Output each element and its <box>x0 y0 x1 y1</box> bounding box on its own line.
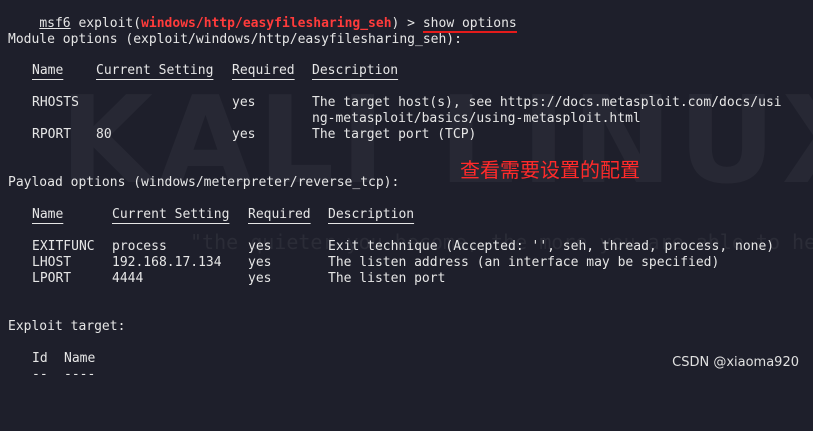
option-description: The listen port <box>328 271 446 286</box>
option-required: yes <box>232 127 256 142</box>
option-required: yes <box>248 271 272 286</box>
prompt-command[interactable]: show options <box>422 16 517 33</box>
col-header-target-name: Name <box>64 351 96 366</box>
module-options-header: Name Current Setting Required Descriptio… <box>8 63 808 79</box>
prompt-exploit-prefix: exploit( <box>70 16 142 31</box>
prompt-line: msf6 exploit(windows/http/easyfilesharin… <box>8 0 517 33</box>
payload-options-header: Name Current Setting Required Descriptio… <box>8 207 808 223</box>
col-header-name: Name <box>32 63 64 78</box>
option-description: The listen address (an interface may be … <box>328 255 720 270</box>
table-row-continuation: ng-metasploit/basics/using-metasploit.ht… <box>8 111 808 127</box>
option-required: yes <box>248 255 272 270</box>
col-header-id: Id <box>32 351 48 366</box>
csdn-credit: CSDN @xiaoma920 <box>672 355 799 370</box>
option-setting: 4444 <box>112 271 144 286</box>
exploit-target-title: Exploit target: <box>8 319 126 334</box>
col-header-description: Description <box>328 207 415 222</box>
option-name: EXITFUNC <box>32 239 95 254</box>
option-name: LPORT <box>32 271 72 286</box>
col-header-setting: Current Setting <box>112 207 230 222</box>
name-dashes: ---- <box>64 367 96 382</box>
table-row: RPORT 80 yes The target port (TCP) <box>8 127 808 143</box>
option-description: The target port (TCP) <box>312 127 477 142</box>
table-row: RHOSTS yes The target host(s), see https… <box>8 95 808 111</box>
col-header-required: Required <box>248 207 311 222</box>
exploit-target-header: Id Name <box>8 351 408 367</box>
col-header-setting: Current Setting <box>96 63 214 78</box>
option-name: RPORT <box>32 127 72 142</box>
annotation-label: 查看需要设置的配置 <box>460 158 640 182</box>
module-options-title: Module options (exploit/windows/http/eas… <box>8 32 462 47</box>
prompt-app: msf6 <box>39 16 71 31</box>
option-description-wrap: ng-metasploit/basics/using-metasploit.ht… <box>312 111 641 126</box>
prompt-module-name: windows/http/easyfilesharing_seh <box>141 16 392 31</box>
col-header-required: Required <box>232 63 295 78</box>
prompt-exploit-suffix: ) > <box>391 16 423 31</box>
option-setting: 80 <box>96 127 112 142</box>
col-header-description: Description <box>312 63 399 78</box>
terminal-output: msf6 exploit(windows/http/easyfilesharin… <box>8 0 807 382</box>
payload-options-title: Payload options (windows/meterpreter/rev… <box>8 175 400 190</box>
table-row: EXITFUNC process yes Exit technique (Acc… <box>8 239 808 255</box>
exploit-target-dashes: -- ---- <box>8 367 408 383</box>
option-name: LHOST <box>32 255 72 270</box>
option-name: RHOSTS <box>32 95 79 110</box>
col-header-name: Name <box>32 207 64 222</box>
option-required: yes <box>248 239 272 254</box>
option-setting: process <box>112 239 167 254</box>
id-dashes: -- <box>32 367 48 382</box>
option-setting: 192.168.17.134 <box>112 255 222 270</box>
option-description: Exit technique (Accepted: '', seh, threa… <box>328 239 775 254</box>
table-row: LPORT 4444 yes The listen port <box>8 271 808 287</box>
table-row: LHOST 192.168.17.134 yes The listen addr… <box>8 255 808 271</box>
option-description: The target host(s), see https://docs.met… <box>312 95 782 110</box>
option-required: yes <box>232 95 256 110</box>
